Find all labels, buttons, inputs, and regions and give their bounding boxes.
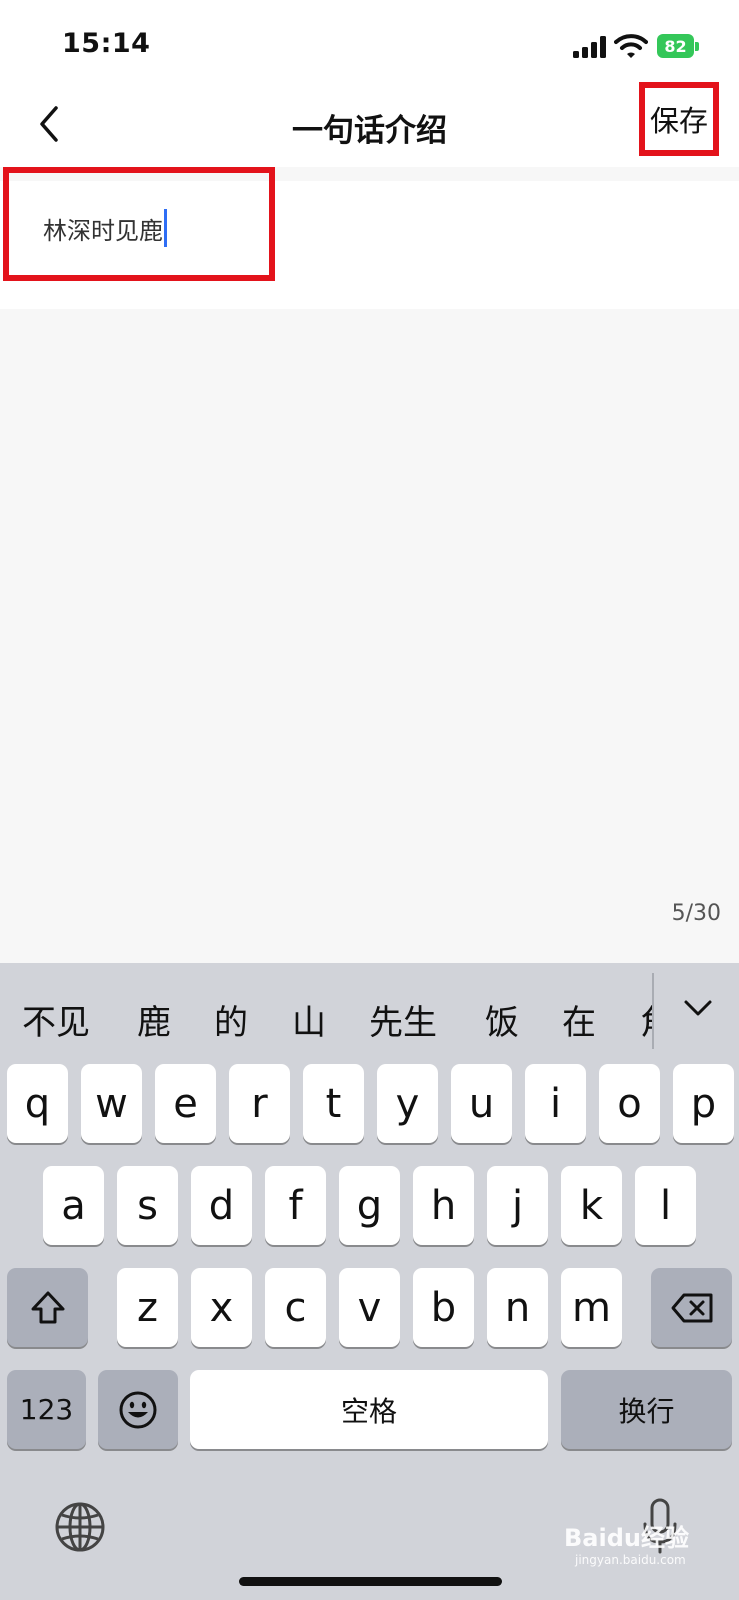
key-f[interactable]: f <box>265 1166 326 1245</box>
emoji-key[interactable] <box>98 1370 178 1449</box>
text-caret <box>164 209 167 247</box>
candidate-item[interactable]: 角 <box>640 995 652 1044</box>
watermark-url: jingyan.baidu.com <box>575 1553 686 1567</box>
globe-icon[interactable] <box>54 1501 106 1553</box>
backspace-icon <box>671 1293 712 1322</box>
key-b[interactable]: b <box>413 1268 474 1347</box>
candidate-item[interactable]: 的 <box>214 995 248 1044</box>
candidate-item[interactable]: 先生 <box>369 995 437 1044</box>
key-a[interactable]: a <box>43 1166 104 1245</box>
content-area: 5/30 <box>0 309 739 963</box>
watermark-logo: Baidu经验 <box>564 1524 689 1552</box>
key-c[interactable]: c <box>265 1268 326 1347</box>
key-j[interactable]: j <box>487 1166 548 1245</box>
key-v[interactable]: v <box>339 1268 400 1347</box>
emoji-icon <box>119 1391 157 1428</box>
key-o[interactable]: o <box>599 1064 660 1143</box>
numbers-key[interactable]: 123 <box>7 1370 86 1449</box>
candidate-divider <box>652 973 654 1049</box>
space-key[interactable]: 空格 <box>190 1370 548 1449</box>
key-y[interactable]: y <box>377 1064 438 1143</box>
wifi-icon <box>614 34 648 58</box>
key-i[interactable]: i <box>525 1064 586 1143</box>
key-s[interactable]: s <box>117 1166 178 1245</box>
return-key[interactable]: 换行 <box>561 1370 732 1449</box>
key-w[interactable]: w <box>81 1064 142 1143</box>
intro-text-field[interactable]: 林深时见鹿 <box>3 167 275 281</box>
battery-level: 82 <box>664 36 687 56</box>
home-indicator <box>239 1577 502 1586</box>
key-r[interactable]: r <box>229 1064 290 1143</box>
backspace-key[interactable] <box>651 1268 732 1347</box>
intro-text: 林深时见鹿 <box>43 216 163 245</box>
key-h[interactable]: h <box>413 1166 474 1245</box>
page-title: 一句话介绍 <box>292 113 447 149</box>
key-q[interactable]: q <box>7 1064 68 1143</box>
intro-input-row: 林深时见鹿 <box>0 167 739 309</box>
key-k[interactable]: k <box>561 1166 622 1245</box>
save-button[interactable]: 保存 <box>639 82 719 156</box>
key-u[interactable]: u <box>451 1064 512 1143</box>
status-bar: 15:14 82 <box>0 0 739 80</box>
shift-icon <box>31 1291 64 1323</box>
key-p[interactable]: p <box>673 1064 734 1143</box>
key-m[interactable]: m <box>561 1268 622 1347</box>
key-z[interactable]: z <box>117 1268 178 1347</box>
chevron-down-icon[interactable] <box>682 997 714 1019</box>
key-e[interactable]: e <box>155 1064 216 1143</box>
candidate-item[interactable]: 饭 <box>485 995 519 1044</box>
candidate-item[interactable]: 不见 <box>22 995 90 1044</box>
candidate-item[interactable]: 鹿 <box>137 995 171 1044</box>
candidate-bar: 不见 鹿 的 山 先生 饭 在 角 <box>0 963 739 1063</box>
key-g[interactable]: g <box>339 1166 400 1245</box>
key-l[interactable]: l <box>635 1166 696 1245</box>
candidate-overflow: 角 <box>635 983 652 1053</box>
battery-icon: 82 <box>657 34 694 58</box>
cellular-signal-icon <box>573 36 607 58</box>
intro-text-value: 林深时见鹿 <box>43 209 167 247</box>
status-time: 15:14 <box>62 28 151 59</box>
key-n[interactable]: n <box>487 1268 548 1347</box>
keyboard: 不见 鹿 的 山 先生 饭 在 角 q w e r t y u i o p a … <box>0 963 739 1600</box>
char-counter: 5/30 <box>671 901 721 926</box>
key-d[interactable]: d <box>191 1166 252 1245</box>
candidate-item[interactable]: 在 <box>562 995 596 1044</box>
key-x[interactable]: x <box>191 1268 252 1347</box>
candidate-item[interactable]: 山 <box>292 995 326 1044</box>
battery-tip <box>695 42 699 51</box>
key-t[interactable]: t <box>303 1064 364 1143</box>
nav-bar: 一句话介绍 保存 <box>0 80 739 170</box>
shift-key[interactable] <box>7 1268 88 1347</box>
